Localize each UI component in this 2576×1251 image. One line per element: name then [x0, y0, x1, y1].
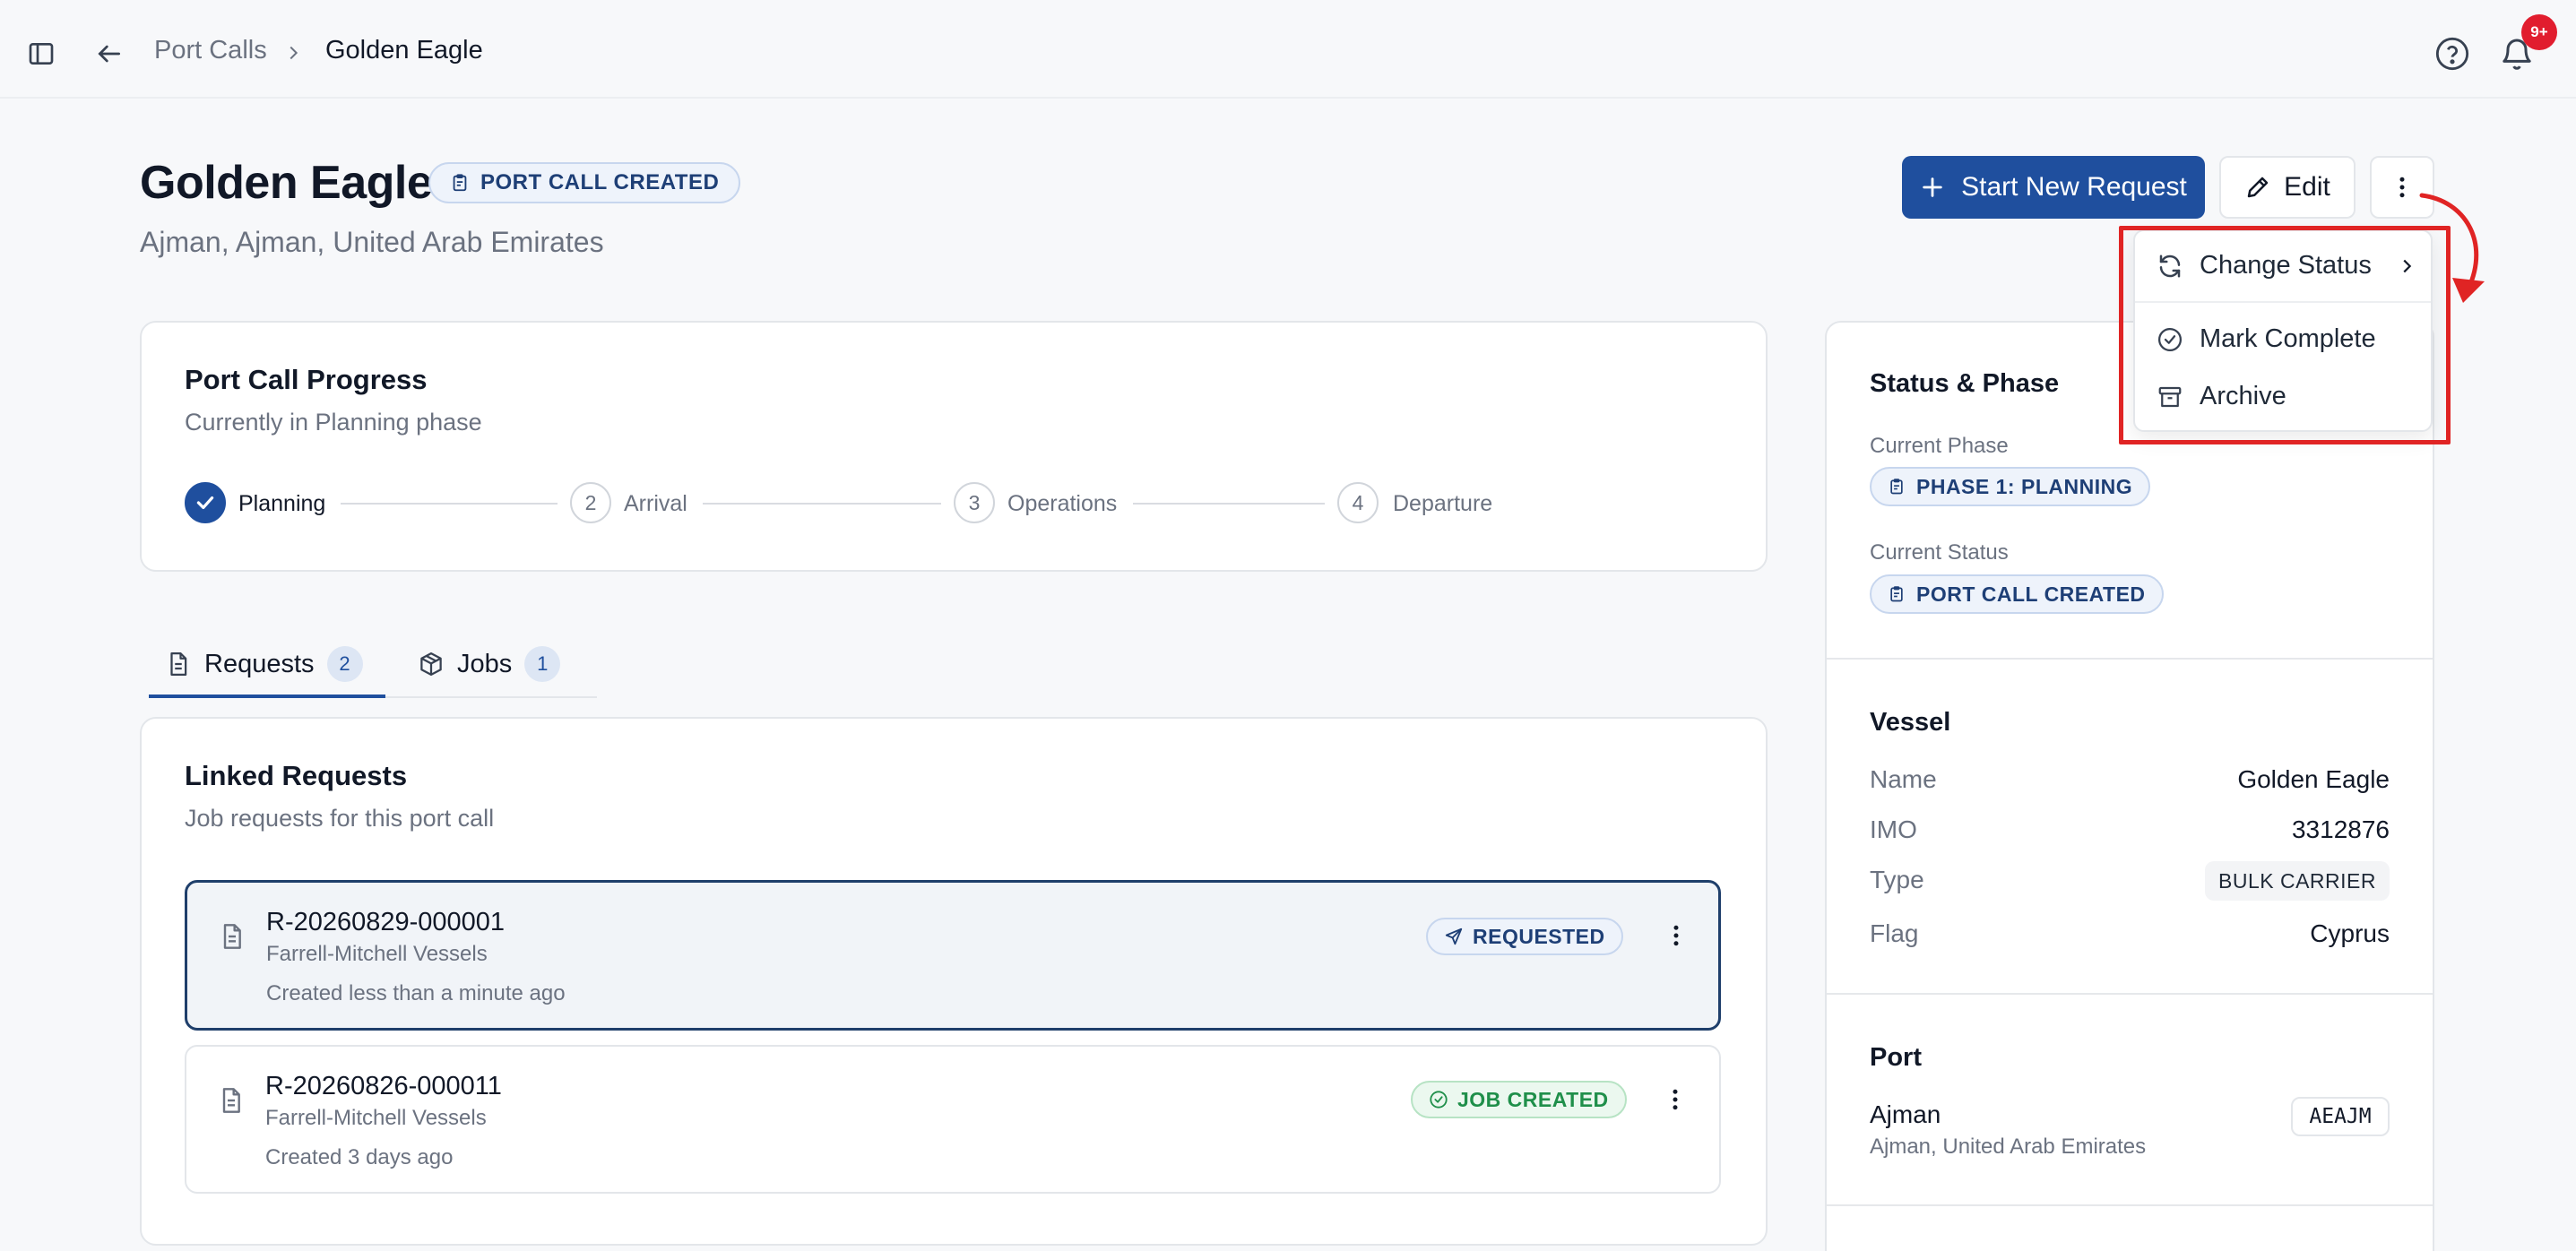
request-created: Created less than a minute ago [266, 981, 566, 1005]
step-connector [1133, 503, 1325, 505]
start-new-request-button[interactable]: Start New Request [1902, 156, 2205, 219]
edit-button[interactable]: Edit [2219, 156, 2356, 219]
linked-requests-subtitle: Job requests for this port call [185, 805, 495, 832]
status-badge-label: REQUESTED [1473, 924, 1605, 948]
list-item[interactable]: R-20260829-000001 Farrell-Mitchell Vesse… [185, 880, 1721, 1031]
request-company: Farrell-Mitchell Vessels [265, 1106, 487, 1130]
tab-requests-count: 2 [326, 646, 363, 682]
port-name: Ajman [1870, 1100, 1941, 1128]
package-icon [418, 651, 445, 677]
status-badge: PORT CALL CREATED [1870, 574, 2164, 614]
phase-badge-label: PHASE 1: PLANNING [1916, 474, 2133, 498]
vessel-name-label: Name [1870, 765, 1937, 793]
clipboard-icon [1888, 478, 1906, 496]
port-code: AEAJM [2291, 1097, 2390, 1136]
clipboard-icon [1888, 585, 1906, 603]
step-label-arrival: Arrival [624, 491, 687, 516]
top-bar: Port Calls Golden Eagle 9+ [0, 0, 2576, 99]
request-id: R-20260829-000001 [266, 908, 506, 936]
request-company: Farrell-Mitchell Vessels [266, 942, 488, 966]
step-label-planning: Planning [238, 491, 326, 516]
send-icon [1444, 927, 1464, 946]
linked-requests-title: Linked Requests [185, 760, 408, 791]
vessel-imo-value: 3312876 [2291, 815, 2390, 843]
document-icon [217, 1086, 246, 1115]
status-badge-label: PORT CALL CREATED [480, 170, 720, 194]
vessel-type-label: Type [1870, 866, 1924, 893]
current-phase-label: Current Phase [1870, 434, 2009, 458]
step-connector [703, 503, 941, 505]
status-badge: PORT CALL CREATED [428, 162, 741, 203]
check-circle-icon [1429, 1090, 1448, 1109]
vessel-title: Vessel [1870, 708, 1951, 737]
divider [1827, 993, 2433, 995]
step-connector [341, 503, 558, 505]
progress-title: Port Call Progress [185, 364, 428, 395]
tab-jobs-count: 1 [524, 646, 561, 682]
row-more-icon[interactable] [1662, 1086, 1689, 1113]
step-number-operations: 3 [954, 482, 995, 523]
notification-badge: 9+ [2521, 14, 2557, 50]
progress-subtitle: Currently in Planning phase [185, 409, 482, 436]
vessel-imo-label: IMO [1870, 815, 1917, 843]
status-badge-label: PORT CALL CREATED [1916, 582, 2146, 606]
step-number-departure: 4 [1337, 482, 1379, 523]
vessel-name-value: Golden Eagle [2237, 765, 2390, 793]
vessel-flag-label: Flag [1870, 919, 1919, 947]
document-icon [165, 651, 192, 677]
clipboard-icon [450, 173, 470, 193]
breadcrumb-port-calls[interactable]: Port Calls [154, 36, 267, 65]
tab-jobs[interactable]: Jobs 1 [418, 646, 561, 682]
current-status-label: Current Status [1870, 540, 2009, 565]
status-badge-label: JOB CREATED [1457, 1087, 1609, 1111]
sidebar-toggle-icon[interactable] [27, 39, 56, 68]
tab-requests-label: Requests [204, 649, 315, 678]
port-title: Port [1870, 1043, 1922, 1072]
step-number-arrival: 2 [570, 482, 611, 523]
plus-icon [1920, 175, 1945, 200]
status-badge: JOB CREATED [1411, 1081, 1627, 1118]
request-created: Created 3 days ago [265, 1145, 454, 1169]
port-country: Ajman, United Arab Emirates [1870, 1135, 2147, 1159]
help-icon[interactable] [2434, 36, 2470, 72]
divider [1827, 1204, 2433, 1206]
step-label-departure: Departure [1393, 491, 1493, 516]
phase-badge: PHASE 1: PLANNING [1870, 467, 2151, 506]
annotation-highlight-box [2119, 226, 2451, 444]
step-planning-check-icon [185, 482, 226, 523]
status-badge: REQUESTED [1426, 918, 1623, 955]
list-item[interactable]: R-20260826-000011 Farrell-Mitchell Vesse… [185, 1045, 1721, 1194]
row-more-icon[interactable] [1663, 922, 1690, 949]
breadcrumb-current: Golden Eagle [325, 36, 483, 65]
progress-card: Port Call Progress Currently in Planning… [140, 321, 1768, 572]
divider [1827, 658, 2433, 660]
vessel-flag-value: Cyprus [2310, 919, 2390, 947]
step-label-operations: Operations [1007, 491, 1118, 516]
start-new-request-label: Start New Request [1961, 172, 2187, 202]
page-title: Golden Eagle [140, 157, 433, 209]
page-location: Ajman, Ajman, United Arab Emirates [140, 226, 604, 258]
document-icon [218, 922, 246, 951]
edit-label: Edit [2284, 172, 2330, 202]
request-id: R-20260826-000011 [265, 1072, 502, 1100]
tab-jobs-label: Jobs [457, 649, 513, 678]
back-arrow-icon[interactable] [95, 39, 124, 68]
tab-requests[interactable]: Requests 2 [165, 646, 363, 682]
chevron-right-icon [283, 43, 303, 63]
status-phase-title: Status & Phase [1870, 369, 2060, 398]
vessel-type-badge: BULK CARRIER [2205, 861, 2390, 901]
pencil-icon [2244, 174, 2271, 201]
tab-active-indicator [149, 695, 385, 698]
